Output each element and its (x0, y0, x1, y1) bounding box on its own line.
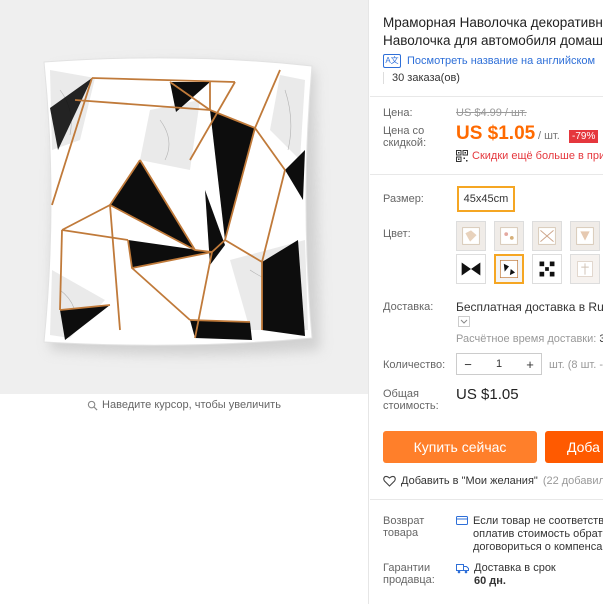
app-promo[interactable]: Скидки ещё больше в прил (456, 150, 603, 162)
truck-icon (456, 564, 469, 574)
chevron-down-icon (460, 319, 468, 324)
search-icon (87, 400, 98, 411)
divider (370, 174, 603, 175)
buy-now-button[interactable]: Купить сейчас (383, 431, 537, 463)
returns-line1: Если товар не соответству (473, 515, 603, 527)
quantity-input[interactable]: 1 (479, 358, 519, 370)
delivery-label: Доставка: (383, 301, 434, 313)
delivery-eta: Расчётное время доставки: 30 (456, 333, 603, 345)
color-option-3[interactable] (532, 221, 562, 251)
guarantee-line1: Доставка в срок (474, 562, 556, 574)
size-option-45x45[interactable]: 45x45cm (457, 186, 515, 212)
divider (370, 499, 603, 500)
color-option-2[interactable] (494, 221, 524, 251)
translate-link[interactable]: A文 Посмотреть название на английском (383, 54, 595, 68)
price-unit: / шт. (538, 130, 560, 142)
wishlist-text[interactable]: Добавить в "Мои желания" (401, 475, 538, 487)
returns-line3: договориться о компенса (473, 541, 603, 553)
delivery-eta-label: Расчётное время доставки: (456, 333, 600, 345)
quantity-stepper[interactable]: − 1 + (456, 353, 542, 375)
qr-code-icon (456, 150, 468, 162)
total-label: Общая стоимость: (383, 388, 439, 412)
quantity-increase-button[interactable]: + (519, 357, 541, 372)
color-option-7[interactable] (532, 254, 562, 284)
color-option-6-selected[interactable] (494, 254, 524, 284)
size-label: Размер: (383, 193, 424, 205)
returns-line2: оплатив стоимость обратн (473, 528, 603, 540)
guarantee-info: Доставка в срок 60 дн. (456, 562, 556, 588)
zoom-hint-text: Наведите курсор, чтобы увеличить (102, 399, 281, 411)
product-title: Мраморная Наволочка декоративная Наволоч… (383, 14, 603, 50)
discount-price-label: Цена со скидкой: (383, 125, 427, 149)
color-option-8[interactable] (570, 254, 600, 284)
returns-label: Возврат товара (383, 515, 425, 539)
add-to-cart-button[interactable]: Доба (545, 431, 603, 463)
product-image-panel[interactable] (0, 0, 368, 394)
translate-icon: A文 (383, 54, 401, 68)
product-title-line2: Наволочка для автомобиля домашн (383, 33, 603, 48)
wishlist-button[interactable]: Добавить в "Мои желания" (22 добавил (383, 475, 603, 487)
divider (368, 0, 369, 604)
heart-icon (383, 475, 396, 487)
delivery-dropdown[interactable] (458, 316, 470, 327)
guarantee-label: Гарантии продавца: (383, 562, 435, 586)
wishlist-count: (22 добавил (542, 475, 603, 487)
color-label: Цвет: (383, 228, 411, 240)
quantity-decrease-button[interactable]: − (457, 357, 479, 372)
zoom-hint: Наведите курсор, чтобы увеличить (0, 399, 368, 411)
card-icon (456, 516, 468, 525)
discount-badge: -79% (569, 130, 599, 143)
divider (370, 96, 603, 97)
quantity-available: шт. (8 шт. - (549, 359, 603, 371)
color-option-5[interactable] (456, 254, 486, 284)
total-price: US $1.05 (456, 386, 519, 403)
color-option-4[interactable] (570, 221, 600, 251)
app-promo-text[interactable]: Скидки ещё больше в прил (472, 150, 603, 162)
delivery-method[interactable]: Бесплатная доставка в Russi (456, 300, 603, 314)
returns-info: Если товар не соответству оплатив стоимо… (456, 515, 603, 554)
price-label: Цена: (383, 107, 413, 119)
delivery-eta-value: 30 (599, 333, 603, 345)
price-current: US $1.05 (456, 123, 536, 144)
translate-link-text[interactable]: Посмотреть название на английском (407, 55, 595, 67)
guarantee-line2: 60 дн. (474, 575, 506, 587)
product-title-line1: Мраморная Наволочка декоративная (383, 15, 603, 30)
product-image[interactable] (0, 0, 368, 394)
quantity-label: Количество: (383, 359, 446, 371)
price-old: US $4.99 / шт. (456, 107, 527, 119)
color-option-1[interactable] (456, 221, 486, 251)
orders-count: 30 заказа(ов) (383, 72, 460, 84)
